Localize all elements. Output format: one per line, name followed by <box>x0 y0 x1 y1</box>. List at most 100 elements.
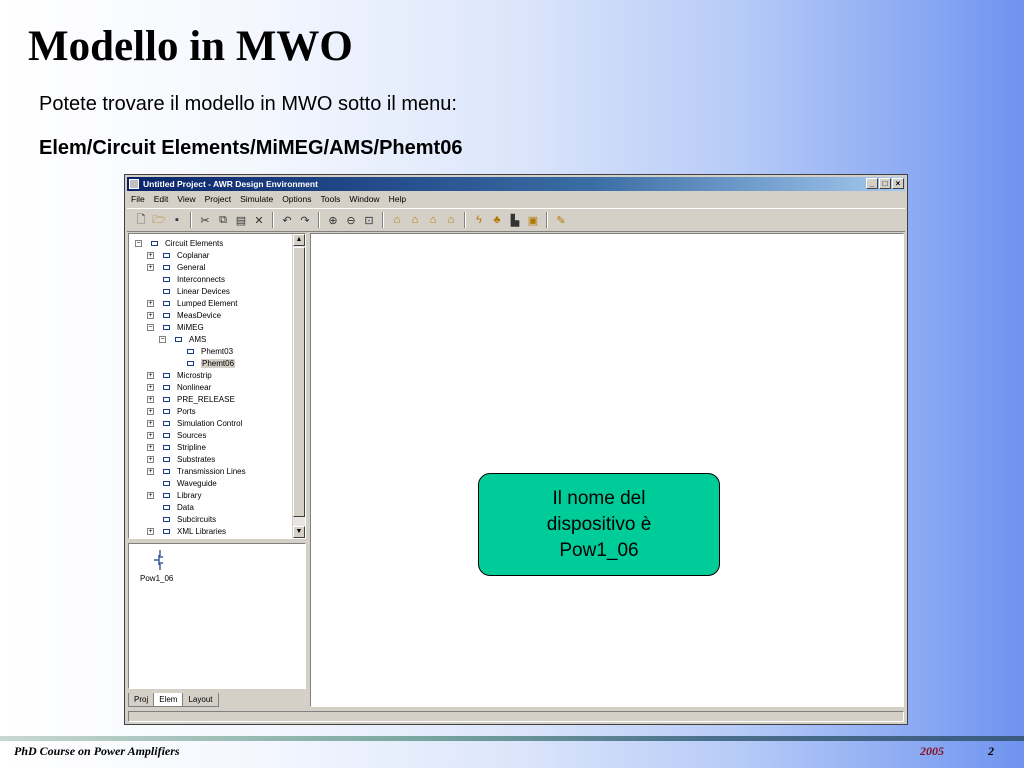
scroll-up-arrow-icon[interactable]: ▲ <box>293 234 305 246</box>
workspace-canvas[interactable] <box>310 233 904 707</box>
tree-item[interactable]: Interconnects <box>147 273 225 285</box>
tree-item-label: Substrates <box>177 454 216 464</box>
expand-icon[interactable]: + <box>147 263 154 271</box>
scroll-thumb[interactable] <box>293 247 305 517</box>
tree-item[interactable]: + General <box>147 261 205 273</box>
maximize-button[interactable]: □ <box>879 178 891 189</box>
expand-icon[interactable]: + <box>147 527 154 535</box>
tree-item[interactable]: + Sources <box>147 429 206 441</box>
minimize-button[interactable]: _ <box>866 178 878 189</box>
window-title: Untitled Project - AWR Design Environmen… <box>143 179 318 189</box>
expand-icon[interactable]: + <box>147 383 154 391</box>
tab-layout[interactable]: Layout <box>182 693 219 707</box>
menu-view[interactable]: View <box>177 194 195 204</box>
menu-tools[interactable]: Tools <box>320 194 340 204</box>
new-icon[interactable]: 🗋 <box>133 212 149 228</box>
menu-edit[interactable]: Edit <box>154 194 169 204</box>
expand-icon[interactable]: + <box>147 455 154 463</box>
tree-item-label: Transmission Lines <box>177 466 246 476</box>
tree-item-label: Library <box>177 490 202 500</box>
tree-item[interactable]: − MiMEG <box>147 321 204 333</box>
zoom-in-icon[interactable]: ⊕ <box>325 212 341 228</box>
undo-icon[interactable]: ↶ <box>279 212 295 228</box>
slide-title: Modello in MWO <box>28 23 353 70</box>
tree-item[interactable]: Subcircuits <box>147 513 216 525</box>
page-number: 2 <box>988 744 994 758</box>
scroll-down-arrow-icon[interactable]: ▼ <box>293 526 305 538</box>
menu-help[interactable]: Help <box>389 194 406 204</box>
expand-icon[interactable]: + <box>147 407 154 415</box>
intro-text: Potete trovare il modello in MWO sotto i… <box>39 93 457 115</box>
graph-icon[interactable]: ⌂ <box>443 212 459 228</box>
tree-item[interactable]: + Transmission Lines <box>147 465 246 477</box>
tree-item[interactable]: + MeasDevice <box>147 309 221 321</box>
window-titlebar[interactable]: Untitled Project - AWR Design Environmen… <box>127 177 905 191</box>
output-files-icon[interactable]: ✎ <box>553 212 569 228</box>
save-icon[interactable]: ▪ <box>169 212 185 228</box>
tune-icon[interactable]: ♣ <box>489 212 505 228</box>
yield-icon[interactable]: ▣ <box>525 212 541 228</box>
expand-icon[interactable]: + <box>147 491 154 499</box>
menu-project[interactable]: Project <box>205 194 231 204</box>
tree-item[interactable]: + Nonlinear <box>147 381 211 393</box>
tree-item[interactable]: Data <box>147 501 194 513</box>
tab-proj[interactable]: Proj <box>128 693 155 707</box>
tree-item[interactable]: + Microstrip <box>147 369 212 381</box>
collapse-icon[interactable]: − <box>135 239 142 247</box>
simulate-icon[interactable]: ϟ <box>471 212 487 228</box>
tree-item[interactable]: + Lumped Element <box>147 297 237 309</box>
delete-icon[interactable]: ✕ <box>251 212 267 228</box>
optimize-icon[interactable]: ▙ <box>507 212 523 228</box>
collapse-icon[interactable]: − <box>147 323 154 331</box>
tree-item[interactable]: − Circuit Elements <box>135 237 223 249</box>
expand-icon[interactable]: + <box>147 443 154 451</box>
expand-icon[interactable]: + <box>147 419 154 427</box>
expand-icon[interactable]: + <box>147 395 154 403</box>
tree-item[interactable]: + PRE_RELEASE <box>147 393 235 405</box>
tree-item[interactable]: + Ports <box>147 405 196 417</box>
tree-item[interactable]: + Library <box>147 489 201 501</box>
tree-item-label: Interconnects <box>177 274 226 284</box>
expand-icon[interactable]: + <box>147 299 154 307</box>
tree-item[interactable]: Phemt06 <box>171 357 236 369</box>
expand-icon[interactable]: + <box>147 467 154 475</box>
expand-icon[interactable]: + <box>147 251 154 259</box>
general-icon <box>158 263 174 272</box>
open-folder-icon[interactable]: 🗁 <box>151 212 167 228</box>
tree-item-label: PRE_RELEASE <box>177 394 235 404</box>
close-button[interactable]: × <box>892 178 904 189</box>
cut-icon[interactable]: ✂ <box>197 212 213 228</box>
expand-icon[interactable]: + <box>147 311 154 319</box>
tree-item[interactable]: Linear Devices <box>147 285 230 297</box>
menu-simulate[interactable]: Simulate <box>240 194 273 204</box>
redo-icon[interactable]: ↷ <box>297 212 313 228</box>
expand-icon[interactable]: + <box>147 431 154 439</box>
menu-options[interactable]: Options <box>282 194 311 204</box>
menu-file[interactable]: File <box>131 194 145 204</box>
footer-year: 2005 <box>920 744 944 758</box>
tree-scrollbar[interactable]: ▲ ▼ <box>292 234 305 538</box>
zoom-out-icon[interactable]: ⊖ <box>343 212 359 228</box>
netlist-icon[interactable]: ⌂ <box>407 212 423 228</box>
transistor-symbol-icon[interactable] <box>153 550 167 575</box>
tree-item[interactable]: + Substrates <box>147 453 215 465</box>
tree-item[interactable]: − AMS <box>159 333 206 345</box>
tree-item[interactable]: + XML Libraries <box>147 525 226 537</box>
zoom-fit-icon[interactable]: ⊡ <box>361 212 377 228</box>
tree-item[interactable]: Phemt03 <box>171 345 233 357</box>
layout-icon[interactable]: ⌂ <box>425 212 441 228</box>
schematic-icon[interactable]: ⌂ <box>389 212 405 228</box>
tree-item[interactable]: + Stripline <box>147 441 206 453</box>
expand-icon[interactable]: + <box>147 371 154 379</box>
tree-item[interactable]: + Coplanar <box>147 249 209 261</box>
tree-item[interactable]: Waveguide <box>147 477 217 489</box>
collapse-icon[interactable]: − <box>159 335 166 343</box>
copy-icon[interactable]: ⧉ <box>215 212 231 228</box>
paste-icon[interactable]: ▤ <box>233 212 249 228</box>
menu-window[interactable]: Window <box>349 194 379 204</box>
tree-item[interactable]: + Simulation Control <box>147 417 242 429</box>
tab-elem[interactable]: Elem <box>153 693 184 707</box>
tree-item-label: Linear Devices <box>177 286 230 296</box>
